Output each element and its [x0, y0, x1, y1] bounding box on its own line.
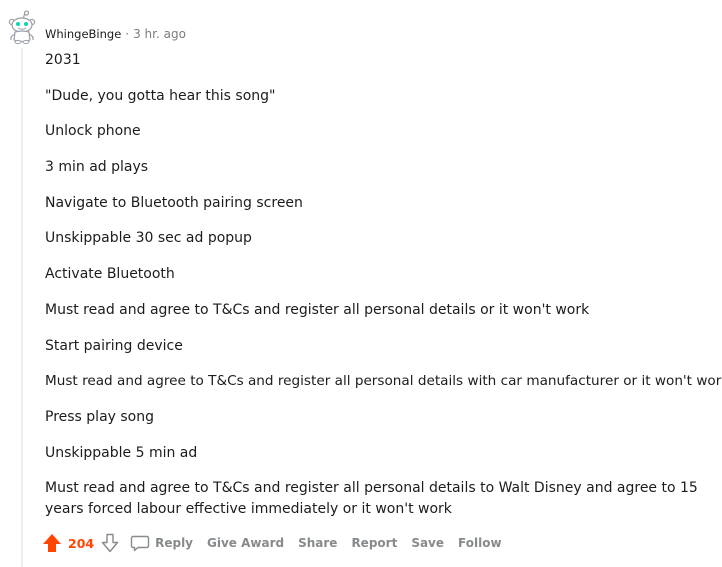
downvote-button[interactable] — [100, 532, 120, 554]
comment-line: Unskippable 30 sec ad popup — [45, 230, 252, 246]
comment-header: WhingeBinge · 3 hr. ago — [45, 25, 186, 43]
comment-timestamp[interactable]: 3 hr. ago — [133, 27, 186, 41]
vote-score: 204 — [68, 535, 95, 551]
give-award-button[interactable]: Give Award — [207, 536, 284, 550]
comment-line: Must read and agree to T&Cs and register… — [45, 302, 590, 318]
comment-bubble-icon — [130, 535, 150, 552]
snoo-avatar-icon — [8, 10, 36, 44]
comment-line: "Dude, you gotta hear this song" — [45, 88, 276, 104]
reply-label: Reply — [155, 536, 193, 550]
username-link[interactable]: WhingeBinge — [45, 27, 121, 41]
comment-line: Unlock phone — [45, 123, 141, 139]
comment-line: Activate Bluetooth — [45, 266, 175, 282]
comment-line: Start pairing device — [45, 338, 183, 354]
comment-line: Must read and agree to T&Cs and register… — [45, 373, 722, 389]
upvote-arrow-icon — [43, 534, 61, 552]
comment-line: Navigate to Bluetooth pairing screen — [45, 195, 303, 211]
thread-line[interactable] — [21, 48, 23, 567]
comment-line: Press play song — [45, 409, 155, 425]
comment-line: 2031 — [45, 52, 81, 68]
downvote-arrow-icon — [101, 533, 119, 553]
separator-dot: · — [125, 27, 130, 41]
upvote-button[interactable] — [41, 532, 63, 554]
avatar[interactable] — [6, 10, 38, 44]
report-button[interactable]: Report — [351, 536, 397, 550]
follow-button[interactable]: Follow — [458, 536, 502, 550]
comment-line: Unskippable 5 min ad — [45, 445, 198, 461]
comment-action-bar: 204 Reply Give Award Share Report Save F… — [41, 531, 502, 555]
share-button[interactable]: Share — [298, 536, 337, 550]
comment-line: 3 min ad plays — [45, 159, 149, 175]
comment-line: Must read and agree to T&Cs and register… — [45, 480, 698, 517]
reply-button[interactable]: Reply — [130, 533, 193, 553]
save-button[interactable]: Save — [411, 536, 444, 550]
